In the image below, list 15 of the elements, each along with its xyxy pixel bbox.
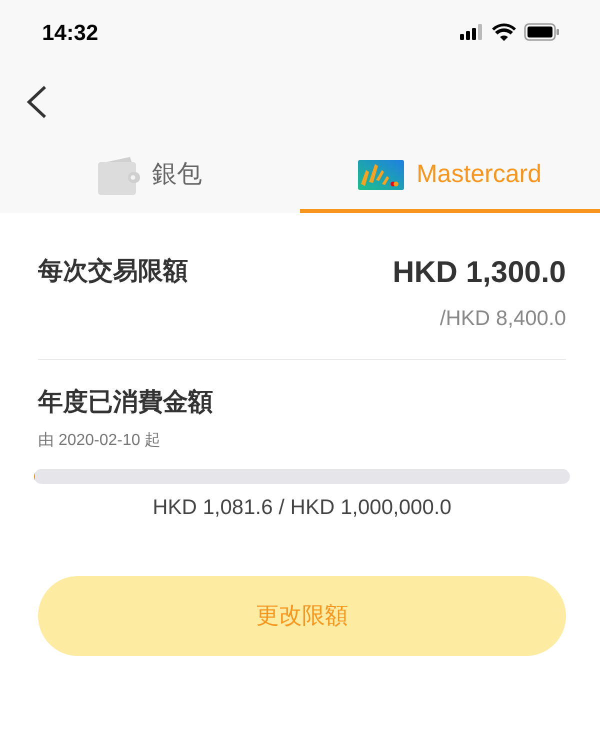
- limit-maximum: /HKD 8,400.0: [440, 306, 566, 332]
- limit-amount: HKD 1,300.0: [392, 255, 566, 291]
- battery-icon: [524, 23, 560, 41]
- status-time: 14:32: [42, 18, 98, 46]
- tab[interactable]: Mastercard: [300, 140, 600, 213]
- wallet-icon: [98, 154, 140, 194]
- tab[interactable]: 銀包: [0, 140, 300, 213]
- change-limit-button[interactable]: 更改限額: [38, 576, 566, 656]
- card-icon: [358, 160, 404, 190]
- spending-reading: HKD 1,081.6 / HKD 1,000,000.0: [152, 496, 452, 519]
- limit-label: 每次交易限額: [38, 256, 188, 287]
- since-date: 由 2020-02-10 起: [38, 432, 161, 449]
- spending-label: 年度已消費金額: [38, 388, 213, 416]
- wifi-icon: [492, 23, 516, 41]
- signal-icon: [460, 24, 484, 40]
